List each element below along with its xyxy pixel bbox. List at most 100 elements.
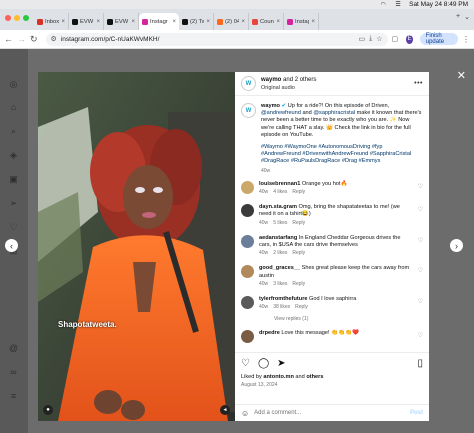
comment-like-icon[interactable]: ♡ [418, 332, 423, 339]
comment-like-icon[interactable]: ♡ [418, 206, 423, 213]
tab-instagram[interactable]: Instagr × [139, 13, 179, 30]
comments-scroll[interactable]: W waymo ✔ Up for a ride?! On this episod… [235, 97, 429, 352]
comment-likes[interactable]: 38 likes [273, 304, 290, 310]
close-tab-icon[interactable]: × [172, 19, 176, 25]
save-icon[interactable]: ▯ [417, 358, 423, 369]
comment-like-icon[interactable]: ♡ [418, 237, 423, 244]
author-avatar[interactable]: W [241, 76, 256, 91]
reply-button[interactable]: Reply [295, 304, 308, 310]
tagged-users-icon[interactable]: ● [43, 405, 53, 415]
tab-instagram[interactable]: Instag × [284, 13, 319, 30]
reels-icon[interactable]: ▣ [8, 174, 19, 185]
reload-icon[interactable]: ↻ [30, 34, 38, 45]
meta-icon[interactable]: ∞ [8, 366, 19, 377]
instagram-logo-icon[interactable]: ◎ [8, 79, 19, 90]
more-menu-icon[interactable]: ≡ [8, 390, 19, 401]
comment-username[interactable]: aedanstarfang [259, 235, 297, 241]
next-post-button[interactable]: › [450, 239, 463, 252]
close-window-button[interactable] [5, 15, 11, 21]
tab-gmail[interactable]: Inbox (× [34, 13, 69, 30]
caption-author[interactable]: waymo [261, 103, 280, 109]
comment-likes[interactable]: 5 likes [273, 220, 287, 226]
tab-tiktok[interactable]: (2) Tw × [179, 13, 214, 30]
liked-by-user[interactable]: antonto.mn [263, 374, 293, 380]
caption-hashtags[interactable]: #Waymo #WaymoOne #AutonomousDriving #fyp… [261, 144, 423, 166]
new-tab-icon[interactable]: + [456, 13, 460, 21]
previous-post-button[interactable]: ‹ [5, 239, 18, 252]
notifications-icon[interactable]: ♡ [8, 222, 19, 233]
download-icon[interactable]: ⤓ [369, 35, 372, 43]
tab-substack[interactable]: (2) 04 × [214, 13, 249, 30]
comment-like-icon[interactable]: ♡ [418, 183, 423, 190]
comment-likes[interactable]: 2 likes [273, 250, 287, 256]
browser-menu-icon[interactable]: ⋮ [462, 35, 470, 44]
post-comment-button[interactable]: Post [410, 410, 423, 416]
comment-username[interactable]: drpedre [259, 330, 280, 336]
close-tab-icon[interactable]: × [311, 19, 315, 25]
share-icon[interactable]: ➤ [277, 358, 285, 369]
commenter-avatar[interactable] [241, 296, 254, 310]
close-tab-icon[interactable]: × [96, 19, 100, 25]
explore-icon[interactable]: ◈ [8, 150, 19, 161]
reply-button[interactable]: Reply [292, 250, 305, 256]
comment-username[interactable]: good_graces__ [259, 265, 300, 271]
reel-video[interactable]: Shapotatweeta. ● ◄ [38, 72, 235, 421]
mention-link[interactable]: @sapphiracristal [313, 110, 355, 116]
forward-icon[interactable]: → [17, 34, 26, 44]
menu-datetime[interactable]: Sat May 24 8:49 PM [409, 1, 468, 8]
control-center-icon[interactable]: ☰ [394, 2, 402, 8]
commenter-avatar[interactable] [241, 265, 254, 279]
liked-by-others[interactable]: others [306, 374, 323, 380]
profile-avatar[interactable]: E [406, 34, 413, 44]
comment-username[interactable]: dayn.sta.gram [259, 204, 297, 210]
address-bar[interactable]: ⚙ instagram.com/p/C-nUaKWvMKH/ ▭ ⤓ ☆ [45, 32, 388, 46]
site-info-icon[interactable]: ⚙ [51, 35, 57, 43]
close-tab-icon[interactable]: × [206, 19, 210, 25]
zoom-window-button[interactable] [23, 15, 29, 21]
commenter-avatar[interactable] [241, 234, 254, 248]
cast-icon[interactable]: ▭ [359, 35, 366, 43]
comment-username[interactable]: tylerfromthefuture [259, 296, 307, 302]
close-tab-icon[interactable]: × [61, 19, 65, 25]
comment-likes[interactable]: 4 likes [273, 189, 287, 195]
reply-button[interactable]: Reply [292, 281, 305, 287]
comment-icon[interactable]: ◯ [258, 358, 269, 369]
threads-icon[interactable]: @ [8, 342, 19, 353]
finish-update-button[interactable]: Finish update [419, 33, 458, 45]
audio-label[interactable]: Original audio [261, 84, 409, 92]
like-icon[interactable]: ♡ [241, 358, 250, 369]
url-text[interactable]: instagram.com/p/C-nUaKWvMKH/ [61, 36, 355, 43]
messages-icon[interactable]: ➢ [8, 198, 19, 209]
caption-avatar[interactable]: W [241, 103, 256, 118]
comment-like-icon[interactable]: ♡ [418, 267, 423, 274]
tab-search-icon[interactable]: ⌄ [464, 13, 470, 21]
comment-username[interactable]: louisebrennan1 [259, 181, 300, 187]
commenter-avatar[interactable] [241, 330, 254, 344]
reply-button[interactable]: Reply [292, 220, 305, 226]
minimize-window-button[interactable] [14, 15, 20, 21]
add-comment-input[interactable]: Add a comment... [254, 410, 301, 416]
commenter-avatar[interactable] [241, 180, 254, 194]
close-tab-icon[interactable]: × [131, 19, 135, 25]
close-tab-icon[interactable]: × [276, 19, 280, 25]
home-icon[interactable]: ⌂ [8, 101, 19, 112]
reply-button[interactable]: Reply [292, 189, 305, 195]
mention-link[interactable]: @andrewfreund [261, 110, 301, 116]
comment-like-icon[interactable]: ♡ [418, 298, 423, 305]
commenter-avatar[interactable] [241, 204, 254, 218]
post-options-icon[interactable]: ••• [414, 80, 423, 87]
comment-likes[interactable]: 3 likes [273, 281, 287, 287]
post-author[interactable]: waymo [261, 77, 281, 83]
mute-icon[interactable]: ◄ [220, 405, 230, 415]
wifi-icon[interactable]: ◠ [379, 2, 387, 8]
extensions-icon[interactable]: ▢ [392, 35, 399, 43]
close-tab-icon[interactable]: × [241, 19, 245, 25]
tab-x[interactable]: EVW (× [69, 13, 104, 30]
tab-counc[interactable]: Counc× [249, 13, 284, 30]
tab-x[interactable]: EVW (× [104, 13, 139, 30]
back-icon[interactable]: ← [4, 34, 13, 44]
view-replies-button[interactable]: View replies (1) [274, 316, 423, 322]
search-icon[interactable]: ⌕ [8, 126, 19, 137]
post-coauthors[interactable]: and 2 others [283, 77, 316, 83]
close-post-icon[interactable]: ✕ [457, 69, 466, 82]
